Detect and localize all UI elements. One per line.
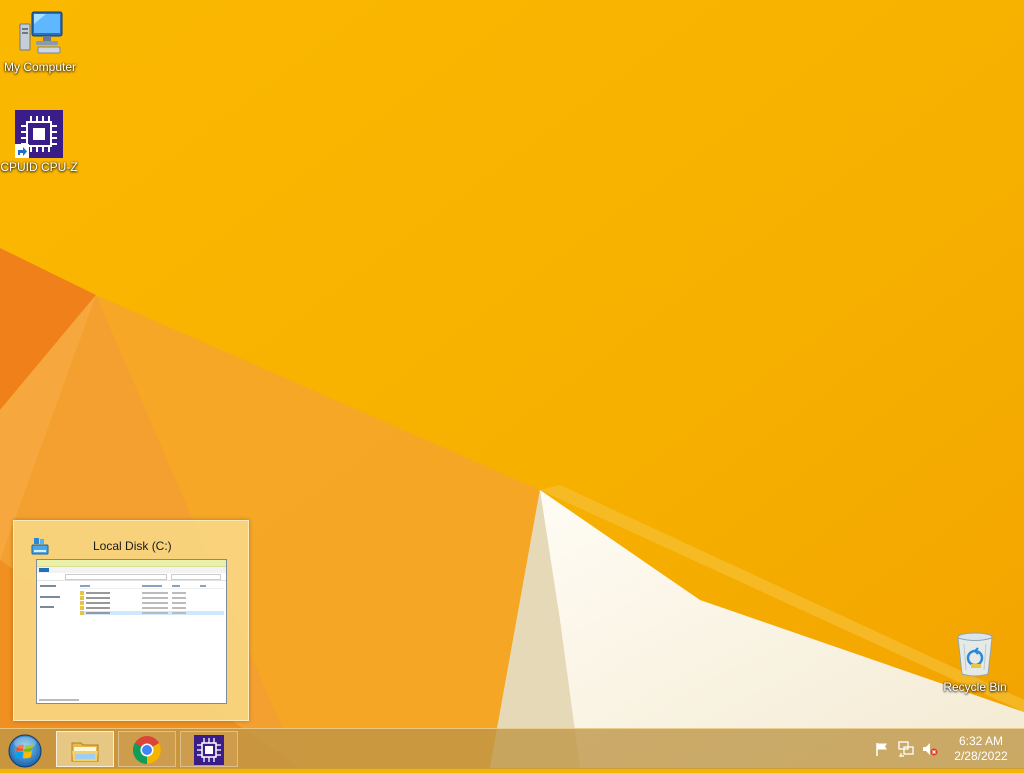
- chrome-icon: [132, 735, 162, 765]
- thumbnail-title: Local Disk (C:): [93, 539, 172, 553]
- computer-icon: [16, 10, 64, 58]
- network-icon[interactable]: [898, 741, 914, 757]
- drive-icon: [31, 538, 49, 556]
- clock-time: 6:32 AM: [958, 734, 1004, 748]
- taskbar-clock[interactable]: 6:32 AM 2/28/2022: [945, 734, 1017, 764]
- desktop-icon-cpu-z[interactable]: CPUID CPU-Z: [0, 110, 79, 174]
- start-orb-icon: [8, 734, 42, 768]
- taskbar-button-cpu-z[interactable]: [180, 731, 238, 767]
- taskbar-thumbnail-preview[interactable]: Local Disk (C:): [13, 520, 249, 721]
- desktop-icon-label: Recycle Bin: [943, 680, 1007, 694]
- desktop-icon-recycle-bin[interactable]: Recycle Bin: [935, 630, 1015, 694]
- action-center-flag-icon[interactable]: [874, 741, 890, 757]
- cpu-z-icon: [15, 110, 63, 158]
- desktop-icon-my-computer[interactable]: My Computer: [0, 10, 80, 74]
- folder-icon: [70, 735, 100, 765]
- desktop-icon-label: My Computer: [3, 60, 77, 74]
- start-button[interactable]: [6, 732, 44, 768]
- taskbar-button-file-explorer[interactable]: [56, 731, 114, 767]
- cpu-z-icon: [194, 735, 224, 765]
- clock-date: 2/28/2022: [954, 749, 1008, 763]
- taskbar-button-chrome[interactable]: [118, 731, 176, 767]
- desktop-icon-label: CPUID CPU-Z: [0, 160, 78, 174]
- volume-muted-icon[interactable]: [922, 741, 938, 757]
- taskbar: 6:32 AM 2/28/2022: [0, 728, 1024, 769]
- recycle-bin-icon: [951, 630, 999, 678]
- thumbnail-window-image: [36, 559, 227, 704]
